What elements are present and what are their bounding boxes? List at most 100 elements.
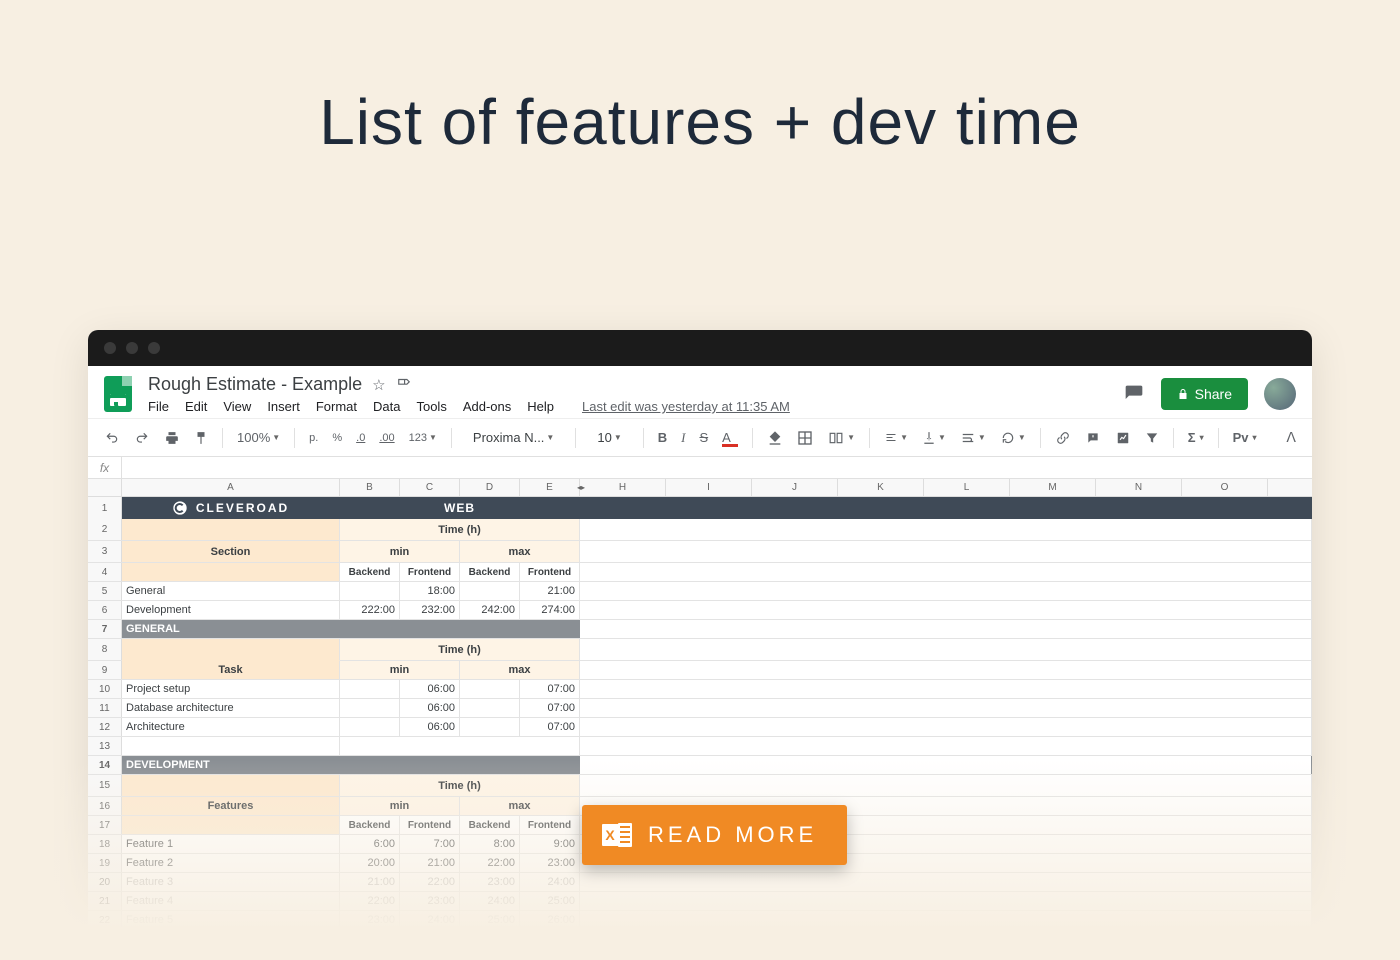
row-header[interactable]: 5 bbox=[88, 582, 122, 600]
row-header[interactable]: 2 bbox=[88, 519, 122, 540]
col-header-c[interactable]: C bbox=[400, 479, 460, 496]
document-title[interactable]: Rough Estimate - Example bbox=[148, 374, 362, 395]
pv-icon[interactable]: Pv▾ bbox=[1233, 430, 1257, 445]
row-header[interactable]: 13 bbox=[88, 737, 122, 755]
row-header[interactable]: 12 bbox=[88, 718, 122, 736]
bold-icon[interactable]: B bbox=[658, 430, 667, 445]
row-header[interactable]: 20 bbox=[88, 873, 122, 891]
table-row[interactable]: 3 Section min max bbox=[88, 541, 1312, 563]
row-header[interactable]: 17 bbox=[88, 816, 122, 834]
merge-icon[interactable]: ▼ bbox=[827, 431, 855, 445]
row-header[interactable]: 22 bbox=[88, 911, 122, 929]
table-row[interactable]: 14 DEVELOPMENT bbox=[88, 756, 1312, 775]
row-header[interactable]: 18 bbox=[88, 835, 122, 853]
paint-format-icon[interactable] bbox=[194, 430, 208, 446]
col-header-b[interactable]: B bbox=[340, 479, 400, 496]
table-row[interactable]: 9 Task min max bbox=[88, 661, 1312, 680]
col-header-a[interactable]: A bbox=[122, 479, 340, 496]
move-icon[interactable] bbox=[396, 376, 412, 394]
increase-decimal[interactable]: .00 bbox=[379, 432, 394, 444]
row-header[interactable]: 6 bbox=[88, 601, 122, 619]
strike-icon[interactable]: S bbox=[699, 430, 708, 445]
avatar[interactable] bbox=[1264, 378, 1296, 410]
window-close-dot[interactable] bbox=[104, 342, 116, 354]
menu-format[interactable]: Format bbox=[316, 399, 357, 414]
decrease-decimal[interactable]: .0 bbox=[356, 432, 365, 444]
table-row[interactable]: 2 Time (h) bbox=[88, 519, 1312, 541]
table-row[interactable]: 21 Feature 4 22:00 23:00 24:00 25:00 bbox=[88, 892, 1312, 911]
row-header[interactable]: 8 bbox=[88, 639, 122, 660]
table-row[interactable]: 4 Backend Frontend Backend Frontend bbox=[88, 563, 1312, 582]
last-edit-link[interactable]: Last edit was yesterday at 11:35 AM bbox=[582, 399, 790, 414]
borders-icon[interactable] bbox=[797, 430, 813, 446]
col-header-n[interactable]: N bbox=[1096, 479, 1182, 496]
menu-insert[interactable]: Insert bbox=[267, 399, 300, 414]
table-row[interactable]: 6 Development 222:00 232:00 242:00 274:0… bbox=[88, 601, 1312, 620]
col-header-m[interactable]: M bbox=[1010, 479, 1096, 496]
table-row[interactable]: 5 General 18:00 21:00 bbox=[88, 582, 1312, 601]
v-align-icon[interactable]: ▼ bbox=[922, 431, 946, 445]
window-max-dot[interactable] bbox=[148, 342, 160, 354]
row-header[interactable]: 10 bbox=[88, 680, 122, 698]
link-icon[interactable] bbox=[1055, 431, 1071, 445]
comment-icon[interactable] bbox=[1085, 431, 1101, 445]
col-header-j[interactable]: J bbox=[752, 479, 838, 496]
table-row[interactable]: 15 Time (h) bbox=[88, 775, 1312, 797]
menu-tools[interactable]: Tools bbox=[416, 399, 446, 414]
col-header-d[interactable]: D bbox=[460, 479, 520, 496]
read-more-button[interactable]: READ MORE bbox=[582, 805, 847, 865]
table-row[interactable]: 12 Architecture 06:00 07:00 bbox=[88, 718, 1312, 737]
redo-icon[interactable] bbox=[134, 431, 150, 445]
share-button[interactable]: Share bbox=[1161, 378, 1248, 410]
star-icon[interactable]: ☆ bbox=[372, 376, 385, 394]
row-header[interactable]: 4 bbox=[88, 563, 122, 581]
col-header-k[interactable]: K bbox=[838, 479, 924, 496]
number-format[interactable]: 123▼ bbox=[409, 432, 437, 444]
table-row[interactable]: 8 Time (h) bbox=[88, 639, 1312, 661]
filter-icon[interactable] bbox=[1145, 431, 1159, 445]
table-row[interactable]: 10 Project setup 06:00 07:00 bbox=[88, 680, 1312, 699]
table-row[interactable]: 22 Feature 5 23:00 24:00 25:00 26:00 bbox=[88, 911, 1312, 930]
functions-icon[interactable]: Σ▾ bbox=[1188, 430, 1204, 445]
currency-format[interactable]: p. bbox=[309, 432, 318, 444]
table-row[interactable]: 1 CLEVEROAD WEB bbox=[88, 497, 1312, 519]
menu-edit[interactable]: Edit bbox=[185, 399, 207, 414]
wrap-icon[interactable]: ▼ bbox=[960, 431, 986, 445]
h-align-icon[interactable]: ▼ bbox=[884, 432, 908, 444]
col-header-o[interactable]: O bbox=[1182, 479, 1268, 496]
col-header-l[interactable]: L bbox=[924, 479, 1010, 496]
col-header-e[interactable]: E◂▸ bbox=[520, 479, 580, 496]
row-header[interactable]: 15 bbox=[88, 775, 122, 796]
menu-help[interactable]: Help bbox=[527, 399, 554, 414]
row-header[interactable]: 14 bbox=[88, 756, 122, 774]
row-header[interactable]: 1 bbox=[88, 497, 122, 519]
fill-color-icon[interactable] bbox=[767, 430, 783, 446]
percent-format[interactable]: % bbox=[332, 432, 342, 444]
font-size-select[interactable]: 10▼ bbox=[590, 427, 628, 448]
sheets-icon[interactable] bbox=[104, 376, 132, 412]
row-header[interactable]: 7 bbox=[88, 620, 122, 638]
row-header[interactable]: 11 bbox=[88, 699, 122, 717]
comments-icon[interactable] bbox=[1123, 384, 1145, 404]
menu-view[interactable]: View bbox=[223, 399, 251, 414]
collapse-toolbar-icon[interactable]: ᐱ bbox=[1286, 429, 1296, 446]
menu-addons[interactable]: Add-ons bbox=[463, 399, 511, 414]
row-header[interactable]: 21 bbox=[88, 892, 122, 910]
menu-data[interactable]: Data bbox=[373, 399, 400, 414]
text-color-icon[interactable]: A bbox=[722, 430, 738, 445]
select-all-corner[interactable] bbox=[88, 479, 122, 496]
col-header-h[interactable]: H bbox=[580, 479, 666, 496]
undo-icon[interactable] bbox=[104, 431, 120, 445]
table-row[interactable]: 13 bbox=[88, 737, 1312, 756]
print-icon[interactable] bbox=[164, 431, 180, 445]
table-row[interactable]: 11 Database architecture 06:00 07:00 bbox=[88, 699, 1312, 718]
zoom-select[interactable]: 100%▼ bbox=[237, 430, 280, 445]
row-header[interactable]: 9 bbox=[88, 661, 122, 679]
formula-bar[interactable]: fx bbox=[88, 457, 1312, 479]
row-header[interactable]: 16 bbox=[88, 797, 122, 815]
rotate-icon[interactable]: ▼ bbox=[1000, 431, 1026, 445]
col-header-i[interactable]: I bbox=[666, 479, 752, 496]
chart-icon[interactable] bbox=[1115, 431, 1131, 445]
row-header[interactable]: 3 bbox=[88, 541, 122, 562]
row-header[interactable]: 19 bbox=[88, 854, 122, 872]
